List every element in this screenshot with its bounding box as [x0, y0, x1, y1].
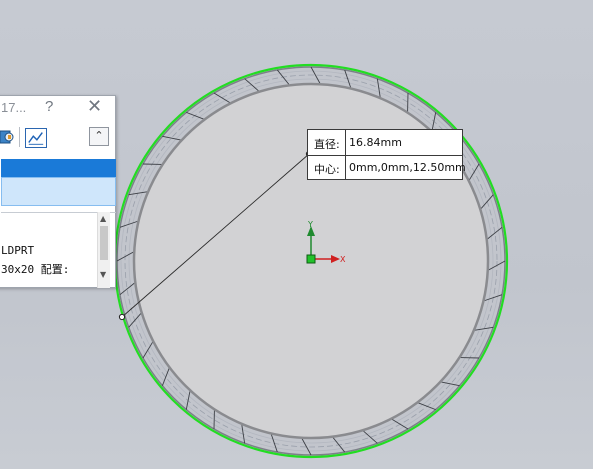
panel-title: 17... [1, 100, 27, 115]
selection-row-active[interactable] [1, 159, 116, 177]
list-item: LDPRT [1, 244, 35, 257]
diameter-row: 直径: 16.84mm [308, 130, 462, 156]
center-row: 中心: 0mm,0mm,12.50mm [308, 155, 466, 180]
scroll-down-icon[interactable]: ▼ [100, 270, 106, 279]
help-icon[interactable]: ? [45, 98, 53, 115]
close-icon[interactable]: ✕ [87, 96, 102, 117]
scroll-up-icon[interactable]: ▲ [100, 214, 106, 223]
chart-icon[interactable] [25, 128, 47, 148]
measure-tooltip: 直径: 16.84mm 中心: 0mm,0mm,12.50mm [307, 129, 466, 180]
triad-y-label: Y [307, 220, 313, 229]
diameter-label: 直径: [314, 138, 340, 151]
diameter-value: 16.84mm [349, 136, 402, 149]
list-item: 30x20 配置: [1, 263, 70, 276]
toolbar-separator [19, 127, 20, 147]
scroll-thumb[interactable] [100, 226, 108, 260]
selection-row[interactable] [1, 177, 116, 206]
center-value: 0mm,0mm,12.50mm [349, 161, 466, 174]
property-panel: 17... ? ✕ ⌃ LDPRT 30x20 配置: ▲ ▼ [0, 95, 116, 288]
collapse-button[interactable]: ⌃ [89, 127, 109, 146]
list-scrollbar[interactable]: ▲ ▼ [97, 212, 110, 288]
assembly-icon[interactable] [0, 128, 15, 146]
center-label: 中心: [314, 163, 340, 176]
leader-point-start [118, 313, 126, 321]
triad-x-label: X [340, 255, 346, 264]
